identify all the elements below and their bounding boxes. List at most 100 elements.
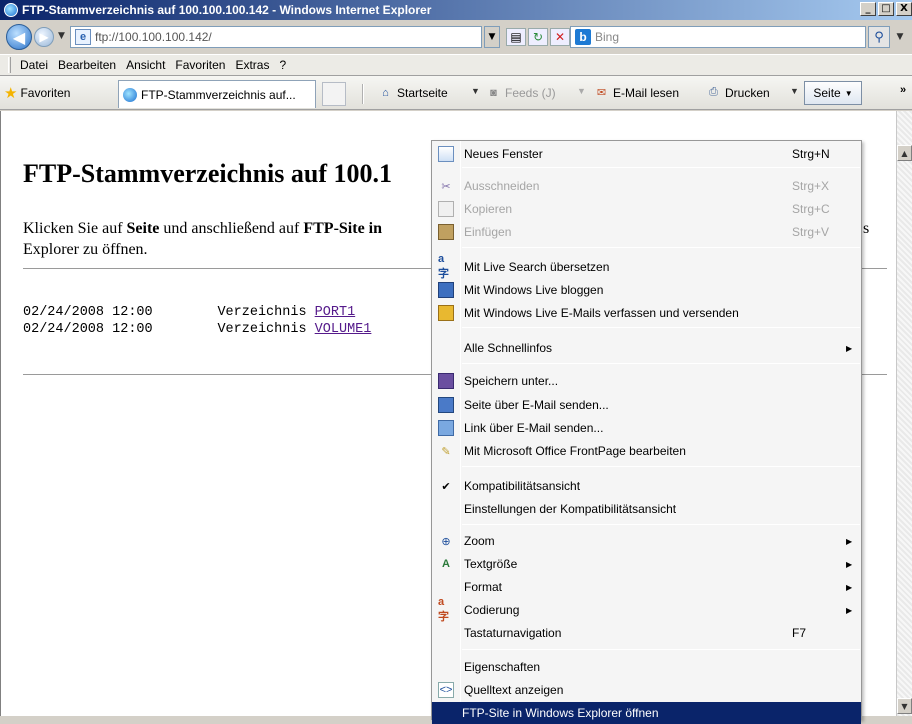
menu-item-encoding[interactable]: a字 Codierung ▶ [434,596,859,623]
menu-item-shortcut: Strg+V [792,225,830,239]
home-button[interactable]: ⌂ Startseite [378,85,448,100]
frontpage-icon: ✎ [441,445,451,458]
feeds-icon: ◙ [490,86,497,99]
entry-date: 02/24/2008 12:00 [23,322,153,337]
vertical-scrollbar[interactable]: ▲ ▼ [896,111,912,716]
back-button[interactable]: ◀ [6,24,32,50]
separator [362,84,364,104]
feeds-button[interactable]: ◙ Feeds (J) [486,85,556,100]
search-icon[interactable]: ⚲ [868,26,890,48]
menu-item-send-page[interactable]: Seite über E-Mail senden... [434,394,859,416]
menu-separator [462,167,860,168]
menu-bar: Datei Bearbeiten Ansicht Favoriten Extra… [0,54,912,76]
read-mail-button[interactable]: ✉ E-Mail lesen [594,85,679,100]
scroll-up-button[interactable]: ▲ [897,145,912,161]
page-heading: FTP-Stammverzeichnis auf 100.1 [23,159,393,188]
submenu-arrow-icon: ▶ [846,582,853,592]
menu-item-shortcut: Strg+N [792,147,830,161]
menu-help[interactable]: ? [276,58,293,72]
menu-favoriten[interactable]: Favoriten [172,58,232,72]
folder-link-volume1[interactable]: VOLUME1 [315,322,372,337]
print-button[interactable]: ⎙ Drucken [706,85,770,100]
menu-item-label: FTP-Site in Windows Explorer öffnen [462,706,659,720]
menu-separator [462,524,860,525]
title-bar: FTP-Stammverzeichnis auf 100.100.100.142… [0,0,912,20]
menu-item-label: Link über E-Mail senden... [464,421,604,435]
feeds-dropdown-arrow[interactable]: ▼ [577,86,586,96]
menu-item-format[interactable]: Format ▶ [434,576,859,598]
menu-item-label: Neues Fenster [464,147,543,161]
menu-item-zoom[interactable]: ⊕ Zoom ▶ [434,530,859,552]
entry-type: Verzeichnis [217,322,307,337]
entry-date: 02/24/2008 12:00 [23,305,153,320]
entry-type: Verzeichnis [217,305,307,320]
list-item: 02/24/2008 12:00 Verzeichnis PORT1 [23,304,371,321]
menu-separator [462,247,860,248]
address-field[interactable]: e ftp://100.100.100.142/ [70,26,482,48]
instruction-seite: Seite [126,220,160,237]
submenu-arrow-icon: ▶ [846,536,853,546]
menu-item-blog[interactable]: Mit Windows Live bloggen [434,279,859,301]
page-menu-button[interactable]: Seite ▼ [804,81,862,105]
menu-item-label: Einstellungen der Kompatibilitätsansicht [464,502,677,516]
menu-item-copy[interactable]: Kopieren Strg+C [434,198,859,220]
tab-ftp[interactable]: FTP-Stammverzeichnis auf... [118,80,316,108]
recent-pages-dropdown[interactable]: ▼ [58,31,65,41]
cut-icon: ✂ [441,180,451,193]
refresh-icon[interactable]: ↻ [528,28,548,46]
copy-icon [438,201,454,217]
search-input[interactable]: b Bing [570,26,866,48]
checkmark-icon: ✔ [441,480,451,493]
folder-link-port1[interactable]: PORT1 [315,305,356,320]
menu-item-caret-browsing[interactable]: Tastaturnavigation F7 [434,622,859,644]
printer-icon: ⎙ [709,86,718,98]
menu-extras[interactable]: Extras [232,58,276,72]
window-title: FTP-Stammverzeichnis auf 100.100.100.142… [22,3,432,17]
menu-item-shortcut: Strg+X [792,179,830,193]
menu-item-compat-settings[interactable]: Einstellungen der Kompatibilitätsansicht [434,498,859,520]
menu-item-translate[interactable]: a字 Mit Live Search übersetzen [434,253,859,280]
stop-icon[interactable]: ✕ [550,28,570,46]
compatibility-view-icon[interactable]: ▤ [506,28,526,46]
favorites-button[interactable]: ★ Favoriten [4,84,70,102]
print-dropdown-arrow[interactable]: ▼ [790,86,799,96]
address-dropdown[interactable]: ▼ [484,26,500,48]
menu-item-open-ftp-in-explorer[interactable]: FTP-Site in Windows Explorer öffnen [432,702,861,724]
page-icon: e [75,29,91,45]
minimize-button[interactable]: _ [860,2,876,16]
menu-item-accelerators[interactable]: Alle Schnellinfos ▶ [434,337,859,359]
menu-item-save-as[interactable]: Speichern unter... [434,370,859,392]
menu-item-label: Zoom [464,534,495,548]
menu-item-label: Kompatibilitätsansicht [464,479,581,493]
menu-item-label: Ausschneiden [464,179,540,193]
menu-item-properties[interactable]: Eigenschaften [434,656,859,678]
menu-item-frontpage[interactable]: ✎ Mit Microsoft Office FrontPage bearbei… [434,440,859,462]
paste-icon [438,224,454,240]
menu-item-text-size[interactable]: A Textgröße ▶ [434,553,859,575]
menu-item-label: Speichern unter... [464,374,559,388]
menu-item-paste[interactable]: Einfügen Strg+V [434,221,859,243]
new-tab-button[interactable] [322,82,346,106]
home-dropdown-arrow[interactable]: ▼ [471,86,480,96]
maximize-button[interactable]: □ [878,2,894,16]
menu-bearbeiten[interactable]: Bearbeiten [55,58,123,72]
menu-ansicht[interactable]: Ansicht [123,58,172,72]
menu-item-compat-view[interactable]: ✔ Kompatibilitätsansicht [434,475,859,497]
more-commands-icon[interactable]: » [900,84,906,96]
mail-icon: ✉ [596,87,607,99]
forward-button[interactable]: ▶ [34,27,54,47]
directory-listing: 02/24/2008 12:00 Verzeichnis PORT1 02/24/… [23,304,371,338]
close-button[interactable]: X [896,2,912,16]
menu-separator [462,363,860,364]
menu-item-new-window[interactable]: Neues Fenster Strg+N [434,143,859,165]
menu-item-view-source[interactable]: <> Quelltext anzeigen [434,679,859,701]
menu-item-label: Format [464,580,503,594]
menu-item-label: Mit Live Search übersetzen [464,260,610,274]
menu-item-send-link[interactable]: Link über E-Mail senden... [434,417,859,439]
menu-datei[interactable]: Datei [17,58,55,72]
search-options-dropdown[interactable]: ▼ [892,26,908,48]
menu-item-cut[interactable]: ✂ Ausschneiden Strg+X [434,175,859,197]
menu-item-live-mail[interactable]: Mit Windows Live E-Mails verfassen und v… [434,302,859,324]
bing-icon: b [575,29,591,45]
scroll-down-button[interactable]: ▼ [897,698,912,714]
